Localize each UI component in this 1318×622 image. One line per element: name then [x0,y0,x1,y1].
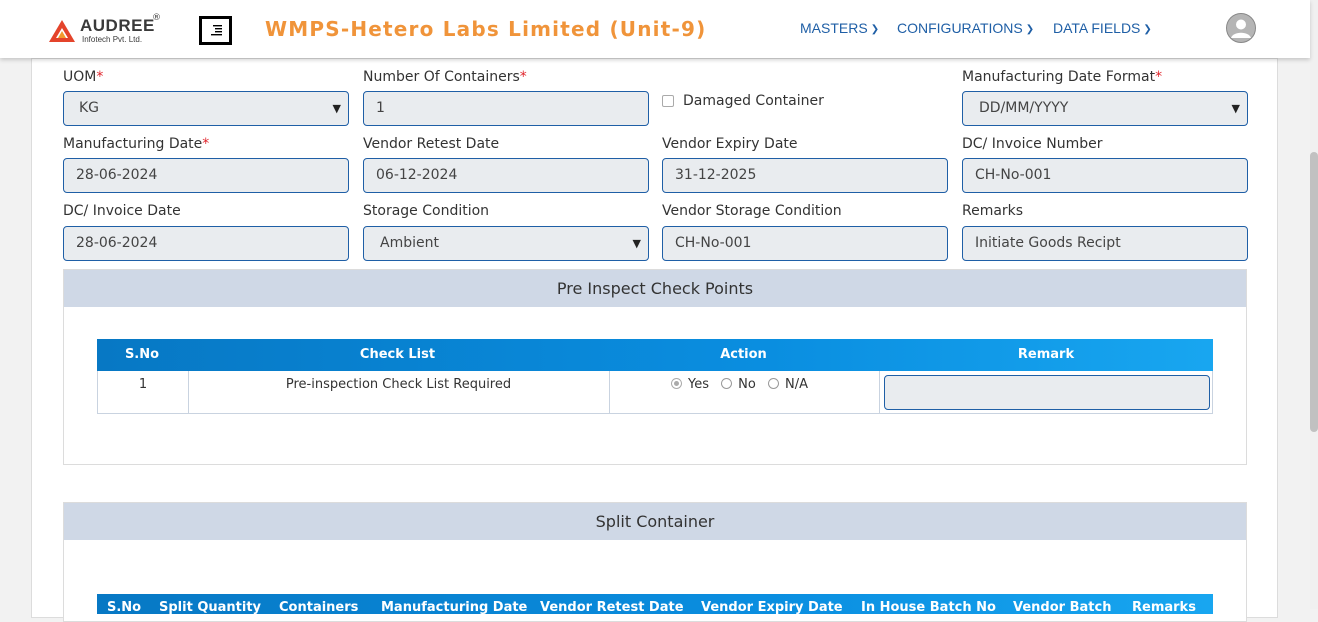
remarks-label: Remarks [962,203,1024,219]
split-container-title: Split Container [64,503,1246,540]
damaged-container-checkbox[interactable] [662,95,674,107]
pre-inspect-title: Pre Inspect Check Points [64,270,1246,307]
split-col-containers: Containers [279,600,359,614]
split-col-mfg-date: Manufacturing Date [381,600,528,614]
dc-invoice-number-label: DC/ Invoice Number [962,136,1103,152]
table-row: 1 Pre-inspection Check List Required Yes… [97,371,1213,414]
damaged-container-label: Damaged Container [683,93,824,109]
vendor-retest-input[interactable]: 06-12-2024 [363,158,649,193]
col-action: Action [720,347,767,362]
col-remark: Remark [1017,347,1075,362]
required-mark: * [1155,69,1163,85]
nav-data-fields[interactable]: DATA FIELDS ❯ [1053,20,1152,36]
vendor-storage-input[interactable]: CH-No-001 [662,226,948,261]
top-header: AUDREE ® Infotech Pvt. Ltd. WMPS-Hetero … [0,0,1310,58]
chevron-down-icon: ▼ [1231,102,1240,115]
mfg-date-format-label-text: Manufacturing Date Format [962,69,1156,85]
required-mark: * [202,136,210,152]
chevron-down-icon: ▼ [332,102,341,115]
uom-label: UOM* [63,69,103,85]
chevron-down-icon: ❯ [870,24,880,35]
col-sno: S.No [124,347,160,362]
radio-yes-label: Yes [688,377,709,392]
mfg-date-label: Manufacturing Date* [63,136,209,152]
nav-masters[interactable]: MASTERS ❯ [800,20,879,36]
row-sno: 1 [138,377,148,392]
storage-condition-value: Ambient [380,235,439,251]
dc-invoice-number-input[interactable]: CH-No-001 [962,158,1248,193]
logo-name: AUDREE [80,16,155,35]
num-containers-label-text: Number Of Containers [363,69,520,85]
vendor-storage-value: CH-No-001 [675,235,752,251]
dc-invoice-number-value: CH-No-001 [975,167,1052,183]
split-container-table-header: S.No Split Quantity Containers Manufactu… [97,594,1213,614]
nav-masters-label: MASTERS [800,20,868,36]
vendor-expiry-label: Vendor Expiry Date [662,136,798,152]
remarks-value: Initiate Goods Recipt [975,235,1121,251]
row-action: Yes No N/A [671,377,808,392]
dc-invoice-date-label: DC/ Invoice Date [63,203,181,219]
row-check-list: Pre-inspection Check List Required [285,377,512,392]
nav-configurations-label: CONFIGURATIONS [897,20,1023,36]
vendor-expiry-input[interactable]: 31-12-2025 [662,158,948,193]
app-title: WMPS-Hetero Labs Limited (Unit-9) [265,17,707,41]
dc-invoice-date-input[interactable]: 28-06-2024 [63,226,349,261]
nav-data-fields-label: DATA FIELDS [1053,20,1141,36]
uom-value: KG [79,100,100,116]
required-mark: * [519,69,527,85]
vendor-expiry-value: 31-12-2025 [675,167,757,183]
chevron-down-icon: ❯ [1143,24,1152,35]
split-col-remarks: Remarks [1132,600,1196,614]
num-containers-value: 1 [376,100,385,116]
col-check-list: Check List [359,347,436,362]
storage-condition-label: Storage Condition [363,203,490,219]
mfg-date-value: 28-06-2024 [76,167,158,183]
company-logo[interactable]: AUDREE ® Infotech Pvt. Ltd. [49,13,164,46]
chevron-down-icon: ❯ [1025,24,1035,35]
split-col-vendor-retest: Vendor Retest Date [540,600,684,614]
mfg-date-format-select[interactable]: DD/MM/YYYY ▼ [962,91,1248,126]
user-avatar-icon [1227,14,1255,42]
storage-condition-select[interactable]: Ambient ▼ [363,226,649,261]
mfg-date-input[interactable]: 28-06-2024 [63,158,349,193]
num-containers-label: Number Of Containers* [363,69,527,85]
mfg-date-label-text: Manufacturing Date [63,136,203,152]
chevron-down-icon: ▼ [632,237,641,250]
pre-inspect-table-header: S.No Check List Action Remark [97,339,1213,371]
row-remark-input[interactable] [884,375,1210,410]
split-col-vendor-expiry: Vendor Expiry Date [701,600,843,614]
mfg-date-format-value: DD/MM/YYYY [979,100,1069,116]
logo-subtitle: Infotech Pvt. Ltd. [82,35,143,44]
vendor-retest-value: 06-12-2024 [376,167,458,183]
column-divider [879,371,880,413]
split-col-in-house-batch: In House Batch No [861,600,996,614]
remarks-input[interactable]: Initiate Goods Recipt [962,226,1248,261]
required-mark: * [96,69,104,85]
uom-select[interactable]: KG ▼ [63,91,349,126]
logo-registered-mark: ® [152,13,161,23]
vendor-storage-label: Vendor Storage Condition [662,203,842,219]
dc-invoice-date-value: 28-06-2024 [76,235,158,251]
menu-toggle-button[interactable] [199,16,232,45]
uom-label-text: UOM [63,69,97,85]
split-col-sno: S.No [107,600,142,614]
mfg-date-format-label: Manufacturing Date Format* [962,69,1162,85]
nav-configurations[interactable]: CONFIGURATIONS ❯ [897,20,1034,36]
radio-no[interactable] [721,378,733,389]
audree-logo-icon [49,20,75,42]
num-containers-input[interactable]: 1 [363,91,649,126]
scrollbar-thumb[interactable] [1310,152,1318,432]
radio-yes[interactable] [671,378,682,389]
split-col-vendor-batch: Vendor Batch [1013,600,1112,614]
radio-no-label: No [738,377,756,392]
radio-na-label: N/A [784,377,808,392]
user-avatar-button[interactable] [1226,13,1256,43]
column-divider [609,371,610,413]
radio-na[interactable] [767,378,779,389]
vendor-retest-label: Vendor Retest Date [363,136,500,152]
menu-toggle-icon [210,25,222,36]
split-col-split-quantity: Split Quantity [159,600,262,614]
